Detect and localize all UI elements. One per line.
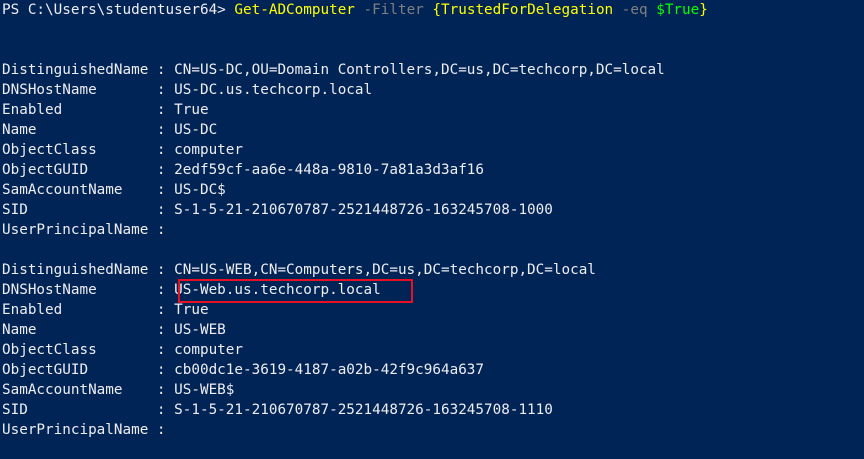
result-2-enabled: Enabled : True [2, 302, 209, 318]
filter-operator: -eq [621, 2, 648, 18]
result-1-dns-host-name: DNSHostName : US-DC.us.techcorp.local [2, 82, 373, 98]
result-2-user-principal-name: UserPrincipalName : [2, 422, 166, 438]
filter-open-brace: { [432, 2, 442, 18]
result-1-name: Name : US-DC [2, 122, 218, 138]
result-2-sam-account-name: SamAccountName : US-WEB$ [2, 382, 235, 398]
result-2-object-class: ObjectClass : computer [2, 342, 244, 358]
filter-property: TrustedForDelegation [441, 2, 614, 18]
cmdlet-name: Get-ADComputer [234, 2, 355, 18]
result-1-object-guid: ObjectGUID : 2edf59cf-aa6e-448a-9810-7a8… [2, 162, 485, 178]
prompt-text: PS C:\Users\studentuser64> [2, 2, 235, 18]
result-2-sid: SID : S-1-5-21-210670787-2521448726-1632… [2, 402, 553, 418]
filter-close-brace: } [699, 2, 708, 18]
result-2-object-guid: ObjectGUID : cb00dc1e-3619-4187-a02b-42f… [2, 362, 485, 378]
result-2-distinguished-name: DistinguishedName : CN=US-WEB,CN=Compute… [2, 262, 596, 278]
dns-host-name-highlight-box [178, 279, 413, 303]
parameter-name: -Filter [363, 2, 424, 18]
result-1-sid: SID : S-1-5-21-210670787-2521448726-1632… [2, 202, 553, 218]
result-1-object-class: ObjectClass : computer [2, 142, 244, 158]
filter-variable: $True [656, 2, 700, 18]
result-1-distinguished-name: DistinguishedName : CN=US-DC,OU=Domain C… [2, 62, 665, 78]
command-line: PS C:\Users\studentuser64> Get-ADCompute… [2, 0, 708, 20]
result-1-enabled: Enabled : True [2, 102, 209, 118]
powershell-console[interactable]: PS C:\Users\studentuser64> Get-ADCompute… [0, 0, 864, 459]
result-1-sam-account-name: SamAccountName : US-DC$ [2, 182, 226, 198]
result-2-name: Name : US-WEB [2, 322, 226, 338]
result-1-user-principal-name: UserPrincipalName : [2, 222, 166, 238]
